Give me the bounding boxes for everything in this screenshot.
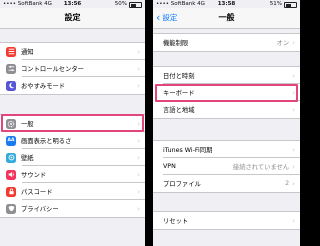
gear-icon: [6, 118, 16, 129]
privacy-icon: [6, 203, 16, 214]
row-label: プライバシー: [21, 206, 59, 213]
chevron-right-icon: ›: [137, 204, 140, 213]
settings-row-keyboard[interactable]: キーボード ›: [153, 84, 300, 101]
row-label: サウンド: [21, 172, 47, 179]
page-title: 設定: [64, 13, 81, 22]
chevron-right-icon: ›: [137, 64, 140, 73]
chevron-right-icon: ›: [137, 136, 140, 145]
settings-row-wallpaper[interactable]: 壁紙 ›: [0, 149, 145, 166]
chevron-right-icon: ›: [292, 216, 295, 225]
row-label: 一般: [21, 121, 34, 128]
general-group-reset: リセット ›: [153, 211, 300, 230]
general-screen: •••• SoftBank 4G 13:58 51% ‹ 設定 一般 機能制限 …: [153, 0, 300, 246]
settings-row-reset[interactable]: リセット ›: [153, 212, 300, 229]
settings-row-sounds[interactable]: サウンド ›: [0, 166, 145, 183]
chevron-right-icon: ›: [137, 153, 140, 162]
row-label: iTunes Wi-Fi同期: [163, 147, 213, 154]
sound-icon: [6, 169, 16, 180]
settings-row-profiles[interactable]: プロファイル 2 ›: [153, 175, 300, 192]
passcode-icon: [6, 186, 16, 197]
row-value: オン: [276, 40, 290, 47]
chevron-right-icon: ›: [292, 179, 295, 188]
row-label: リセット: [163, 218, 189, 225]
row-label: 通知: [21, 49, 34, 56]
general-group-datetime: 日付と時刻 › キーボード › 言語と地域 ›: [153, 66, 300, 119]
settings-group-notifications: 通知 › コントロールセンター › おやすみモード ›: [0, 42, 145, 95]
row-label: 言語と地域: [163, 107, 195, 114]
page-title: 一般: [218, 13, 235, 22]
row-label: 壁紙: [21, 155, 34, 162]
row-label: おやすみモード: [21, 83, 66, 90]
settings-row-restrictions[interactable]: 機能制限 オン ›: [153, 34, 300, 51]
settings-row-date-time[interactable]: 日付と時刻 ›: [153, 67, 300, 84]
status-bar: •••• SoftBank 4G 13:58 51%: [153, 0, 300, 8]
notifications-icon: [6, 46, 16, 57]
control-center-icon: [6, 63, 16, 74]
battery-percent: 50%: [114, 1, 127, 7]
chevron-right-icon: ›: [292, 71, 295, 80]
settings-row-control-center[interactable]: コントロールセンター ›: [0, 60, 145, 77]
settings-row-privacy[interactable]: プライバシー ›: [0, 200, 145, 217]
chevron-right-icon: ›: [137, 119, 140, 128]
chevron-right-icon: ›: [292, 145, 295, 154]
chevron-right-icon: ›: [137, 170, 140, 179]
chevron-right-icon: ›: [292, 88, 295, 97]
row-value: 接続されていません: [232, 164, 290, 171]
general-group-restrictions: 機能制限 オン ›: [153, 33, 300, 52]
settings-screen: •••• SoftBank 4G 13:56 50% 設定 通知 › コントロー…: [0, 0, 145, 246]
settings-row-itunes-wifi-sync[interactable]: iTunes Wi-Fi同期 ›: [153, 141, 300, 158]
row-label: パスコード: [21, 189, 53, 196]
chevron-right-icon: ›: [137, 47, 140, 56]
chevron-right-icon: ›: [292, 162, 295, 171]
row-label: プロファイル: [163, 181, 201, 188]
settings-row-notifications[interactable]: 通知 ›: [0, 43, 145, 60]
navigation-bar: ‹ 設定 一般: [153, 8, 300, 29]
status-bar: •••• SoftBank 4G 13:56 50%: [0, 0, 145, 8]
row-value: 2: [285, 180, 290, 187]
settings-row-do-not-disturb[interactable]: おやすみモード ›: [0, 77, 145, 94]
chevron-right-icon: ›: [137, 187, 140, 196]
settings-row-passcode[interactable]: パスコード ›: [0, 183, 145, 200]
navigation-bar: 設定: [0, 8, 145, 29]
row-label: VPN: [163, 163, 176, 170]
chevron-right-icon: ›: [292, 38, 295, 47]
settings-group-general: 一般 › AA 画面表示と明るさ › 壁紙 › サウンド › パスコード › プ…: [0, 114, 145, 218]
do-not-disturb-icon: [6, 80, 16, 91]
row-label: 日付と時刻: [163, 73, 195, 80]
settings-row-display-brightness[interactable]: AA 画面表示と明るさ ›: [0, 132, 145, 149]
row-label: キーボード: [163, 90, 195, 97]
chevron-right-icon: ›: [292, 105, 295, 114]
general-group-network: iTunes Wi-Fi同期 › VPN 接続されていません › プロファイル …: [153, 140, 300, 193]
chevron-right-icon: ›: [137, 81, 140, 90]
settings-row-vpn[interactable]: VPN 接続されていません ›: [153, 158, 300, 175]
wallpaper-icon: [6, 152, 16, 163]
row-label: 機能制限: [163, 40, 189, 47]
battery-percent: 51%: [269, 1, 282, 7]
settings-row-general[interactable]: 一般 ›: [0, 115, 145, 132]
row-label: コントロールセンター: [21, 66, 84, 73]
brightness-icon: AA: [6, 135, 16, 146]
row-label: 画面表示と明るさ: [21, 138, 72, 145]
settings-row-language-region[interactable]: 言語と地域 ›: [153, 101, 300, 118]
